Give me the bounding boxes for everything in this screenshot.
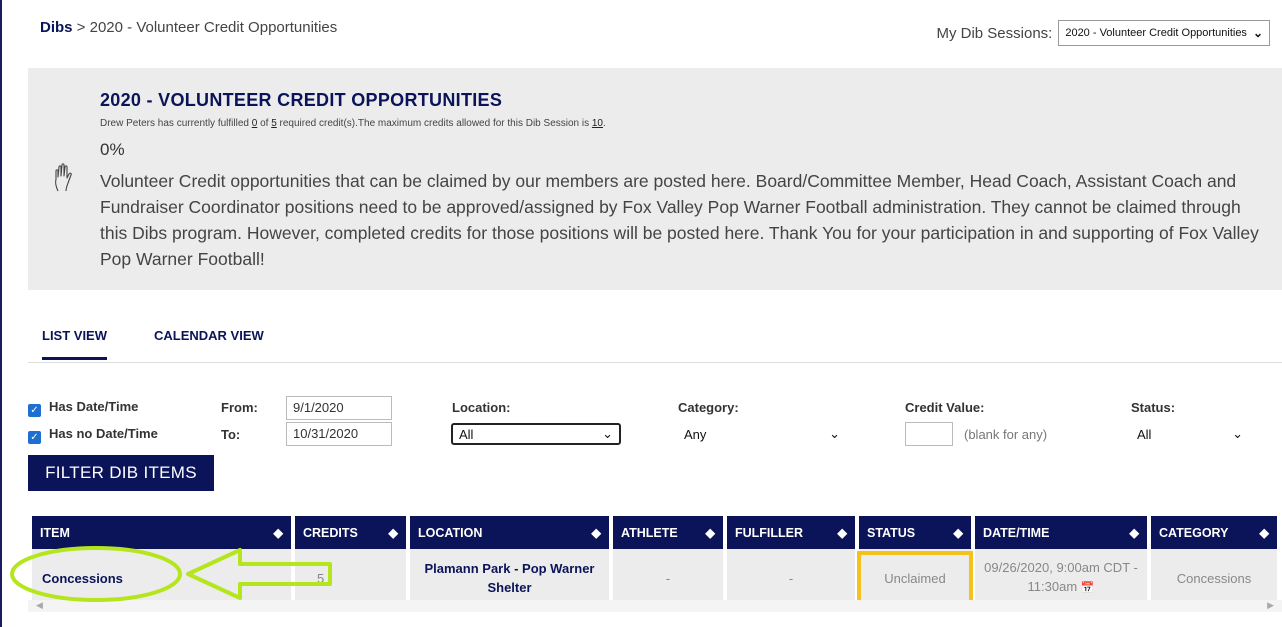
from-label: From: — [221, 400, 258, 415]
left-edge-border — [0, 0, 2, 627]
credit-summary-text-c: required credit(s).The maximum credits a… — [276, 118, 592, 129]
datetime-cell: 09/26/2020, 9:00am CDT - 11:30am 📅 — [975, 549, 1147, 607]
to-label: To: — [221, 427, 241, 442]
filter-dib-items-button[interactable]: FILTER DIB ITEMS — [28, 455, 214, 491]
credit-value-label: Credit Value: — [905, 400, 985, 415]
category-selected: Any — [684, 426, 707, 442]
checkbox-checked-icon[interactable]: ✓ — [28, 404, 41, 417]
session-description: Volunteer Credit opportunities that can … — [100, 171, 1259, 269]
column-header-item[interactable]: ITEM ◆ — [32, 516, 291, 549]
column-header-label: CATEGORY — [1159, 525, 1229, 540]
status-selected: All — [1137, 426, 1152, 442]
category-cell: Concessions — [1151, 549, 1277, 607]
sort-icon: ◆ — [388, 526, 398, 540]
hand-icon — [55, 163, 72, 192]
column-header-status[interactable]: STATUS ◆ — [859, 516, 971, 549]
max-count: 10 — [591, 118, 603, 129]
progress-percent: 0% — [100, 140, 125, 159]
credit-value-hint: (blank for any) — [964, 427, 1048, 442]
from-date-input[interactable]: 9/1/2020 — [286, 396, 392, 420]
dib-sessions: My Dib Sessions: 2020 - Volunteer Credit… — [936, 20, 1270, 46]
column-header-label: ITEM — [40, 525, 70, 540]
column-header-label: FULFILLER — [735, 525, 804, 540]
sort-icon: ◆ — [273, 526, 283, 540]
has-datetime-option[interactable]: ✓ Has Date/Time — [28, 399, 138, 417]
dib-sessions-selected: 2020 - Volunteer Credit Opportunities — [1065, 27, 1247, 39]
status-cell: Unclaimed — [857, 549, 973, 608]
credit-value-input[interactable] — [905, 422, 953, 446]
column-header-label: CREDITS — [303, 525, 358, 540]
to-date-input[interactable]: 10/31/2020 — [286, 422, 392, 446]
column-header-location[interactable]: LOCATION ◆ — [410, 516, 609, 549]
chevron-down-icon: ⌄ — [602, 426, 613, 441]
horizontal-scrollbar[interactable]: ◀ ▶ — [28, 600, 1282, 612]
scroll-left-icon[interactable]: ◀ — [36, 600, 43, 611]
status-label: Status: — [1131, 400, 1176, 415]
datetime-text: 09/26/2020, 9:00am CDT - 11:30am — [984, 560, 1138, 594]
location-link[interactable]: Plamann Park - Pop Warner Shelter — [410, 549, 609, 607]
dib-items-table: ITEM ◆ CREDITS ◆ LOCATION ◆ ATHLETE ◆ FULFIL… — [28, 516, 1281, 608]
column-header-category[interactable]: CATEGORY ◆ — [1151, 516, 1277, 549]
breadcrumb-separator: > — [72, 19, 90, 36]
sort-icon: ◆ — [705, 526, 715, 540]
credits-cell: 5 — [295, 549, 406, 607]
category-label: Category: — [678, 400, 739, 415]
location-selected: All — [459, 426, 474, 442]
category-select[interactable]: Any ⌄ — [678, 423, 846, 445]
chevron-down-icon: ⌄ — [829, 426, 840, 441]
location-select[interactable]: All ⌄ — [451, 423, 621, 445]
has-datetime-label: Has Date/Time — [49, 399, 139, 414]
table-row: Concessions 5 Plamann Park - Pop Warner … — [32, 549, 1277, 608]
session-banner: 2020 - VOLUNTEER CREDIT OPPORTUNITIES Dr… — [28, 68, 1282, 290]
breadcrumb: Dibs > 2020 - Volunteer Credit Opportuni… — [40, 19, 337, 36]
sort-icon: ◆ — [1129, 526, 1139, 540]
sort-icon: ◆ — [953, 526, 963, 540]
column-header-credits[interactable]: CREDITS ◆ — [295, 516, 406, 549]
column-header-label: DATE/TIME — [983, 525, 1050, 540]
column-header-fulfiller[interactable]: FULFILLER ◆ — [727, 516, 855, 549]
column-header-datetime[interactable]: DATE/TIME ◆ — [975, 516, 1147, 549]
item-link[interactable]: Concessions — [32, 549, 291, 607]
breadcrumb-current: 2020 - Volunteer Credit Opportunities — [89, 19, 338, 36]
column-header-label: LOCATION — [418, 525, 483, 540]
fulfiller-cell: - — [727, 549, 855, 607]
status-select[interactable]: All ⌄ — [1131, 423, 1249, 445]
column-header-athlete[interactable]: ATHLETE ◆ — [613, 516, 723, 549]
athlete-cell: - — [613, 549, 723, 607]
chevron-down-icon: ⌄ — [1252, 26, 1263, 40]
table-header-row: ITEM ◆ CREDITS ◆ LOCATION ◆ ATHLETE ◆ FULFIL… — [32, 516, 1277, 549]
credit-summary-text-b: of — [257, 118, 272, 129]
sort-icon: ◆ — [837, 526, 847, 540]
filter-panel: ✓ Has Date/Time ✓ Has no Date/Time From: 9… — [28, 396, 1282, 456]
session-title: 2020 - VOLUNTEER CREDIT OPPORTUNITIES — [100, 90, 503, 110]
credit-summary: Drew Peters has currently fulfilled 0 of… — [100, 118, 606, 129]
tab-list-view[interactable]: LIST VIEW — [42, 328, 107, 360]
column-header-label: STATUS — [867, 525, 916, 540]
chevron-down-icon: ⌄ — [1232, 426, 1243, 441]
sort-icon: ◆ — [1259, 526, 1269, 540]
credit-summary-text-a: Drew Peters has currently fulfilled — [100, 118, 252, 129]
breadcrumb-root-link[interactable]: Dibs — [40, 19, 73, 36]
checkbox-checked-icon[interactable]: ✓ — [28, 431, 41, 444]
location-label: Location: — [452, 400, 511, 415]
dib-sessions-label: My Dib Sessions: — [936, 24, 1053, 42]
tab-calendar-view[interactable]: CALENDAR VIEW — [154, 328, 264, 343]
sort-icon: ◆ — [591, 526, 601, 540]
dib-sessions-select[interactable]: 2020 - Volunteer Credit Opportunities ⌄ — [1058, 20, 1270, 46]
column-header-label: ATHLETE — [621, 525, 678, 540]
scroll-right-icon[interactable]: ▶ — [1267, 600, 1274, 611]
has-no-datetime-label: Has no Date/Time — [49, 426, 158, 441]
calendar-icon[interactable]: 📅 — [1081, 582, 1095, 594]
view-tabs: LIST VIEW CALENDAR VIEW — [28, 310, 1282, 363]
has-no-datetime-option[interactable]: ✓ Has no Date/Time — [28, 426, 158, 444]
credit-summary-text-d: . — [603, 118, 606, 129]
